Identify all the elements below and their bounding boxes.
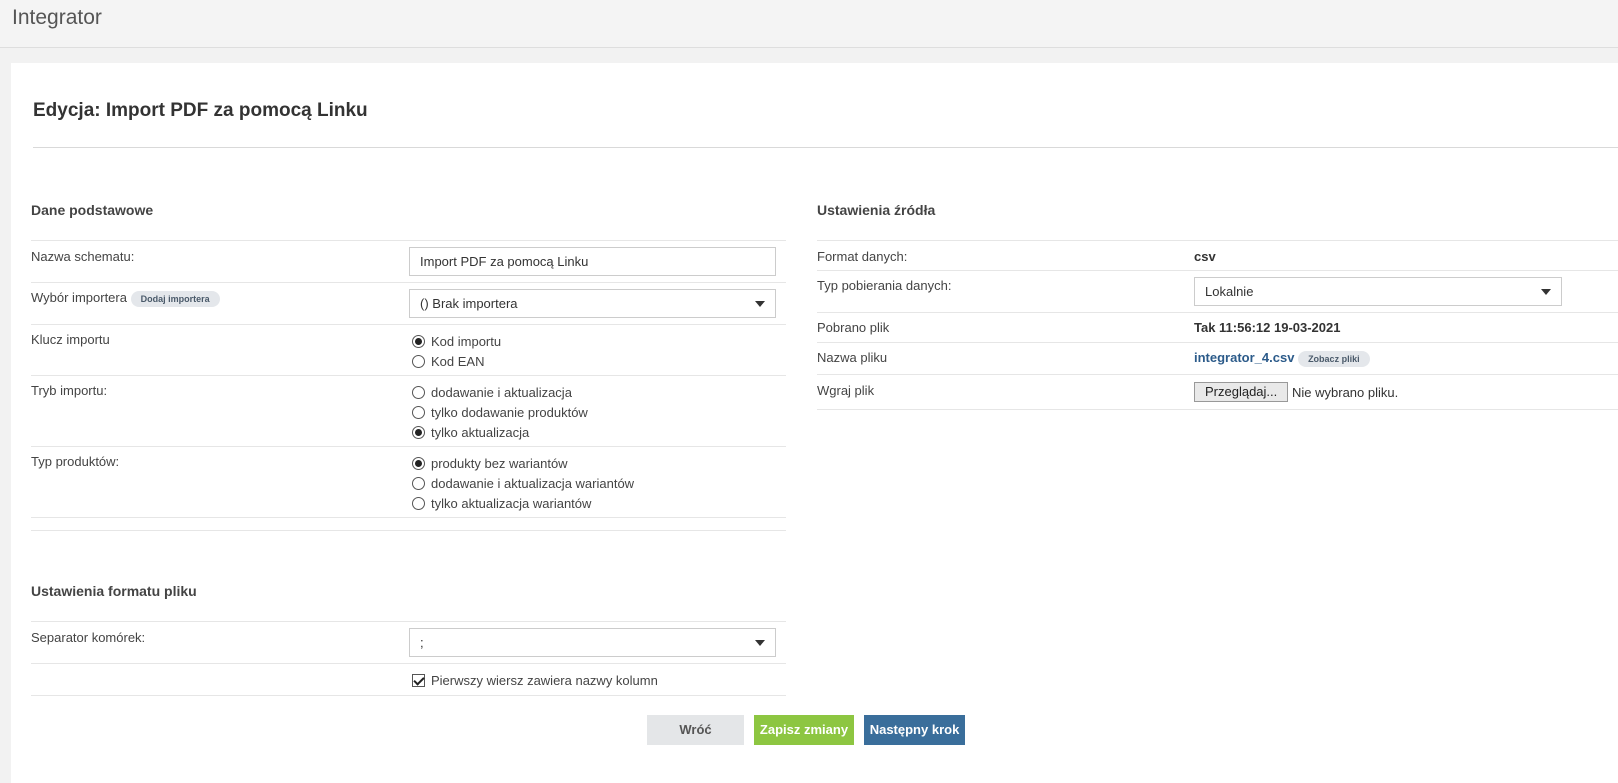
chevron-down-icon — [755, 640, 765, 646]
row-divider — [31, 282, 786, 283]
separator-select[interactable]: ; — [409, 628, 776, 657]
product-type-option-add-update-variants[interactable]: dodawanie i aktualizacja wariantów — [412, 474, 634, 492]
import-mode-label: Tryb importu: — [31, 383, 108, 398]
app-title: Integrator — [12, 6, 102, 29]
import-key-option-ean[interactable]: Kod EAN — [412, 352, 484, 370]
row-divider — [31, 695, 786, 696]
option-label: produkty bez wariantów — [431, 455, 568, 471]
chevron-down-icon — [1541, 289, 1551, 295]
row-divider — [817, 312, 1618, 313]
row-divider — [817, 270, 1618, 271]
separator-label: Separator komórek: — [31, 630, 146, 645]
row-divider — [31, 530, 786, 531]
radio-icon[interactable] — [412, 354, 425, 368]
browse-button[interactable]: Przeglądaj... — [1194, 382, 1289, 402]
download-type-value: Lokalnie — [1205, 284, 1254, 299]
downloaded-value: Tak 11:56:12 19-03-2021 — [1194, 320, 1341, 335]
option-label: tylko aktualizacja wariantów — [431, 495, 592, 511]
import-key-label: Klucz importu — [31, 332, 110, 347]
source-section-title: Ustawienia źródła — [817, 202, 936, 218]
importer-select-value: () Brak importera — [420, 296, 518, 311]
downloaded-label: Pobrano plik — [817, 320, 890, 335]
radio-icon[interactable] — [412, 405, 425, 419]
row-divider — [31, 375, 786, 376]
import-mode-option-add-only[interactable]: tylko dodawanie produktów — [412, 403, 588, 421]
importer-label: Wybór importera — [31, 290, 127, 305]
importer-label-group: Wybór importera Dodaj importera — [31, 290, 220, 307]
row-divider — [31, 663, 786, 664]
main-panel: Edycja: Import PDF za pomocą Linku Dane … — [11, 63, 1618, 783]
title-divider — [33, 147, 1618, 148]
upload-label: Wgraj plik — [817, 383, 875, 398]
page-title: Edycja: Import PDF za pomocą Linku — [33, 100, 368, 121]
separator-select-value: ; — [420, 635, 424, 650]
import-mode-option-add-update[interactable]: dodawanie i aktualizacja — [412, 383, 572, 401]
radio-icon[interactable] — [412, 385, 425, 399]
import-mode-option-update-only[interactable]: tylko aktualizacja — [412, 423, 529, 441]
file-name-label: Nazwa pliku — [817, 350, 888, 365]
radio-icon-checked[interactable] — [412, 425, 425, 439]
product-type-option-update-variants[interactable]: tylko aktualizacja wariantów — [412, 494, 591, 512]
no-file-status: Nie wybrano pliku. — [1292, 385, 1399, 400]
header-row-label: Pierwszy wiersz zawiera nazwy kolumn — [431, 672, 658, 688]
top-bar: Integrator — [0, 0, 1618, 48]
row-divider — [31, 517, 786, 518]
back-button[interactable]: Wróć — [647, 715, 744, 745]
row-divider — [817, 342, 1618, 343]
radio-icon-checked[interactable] — [412, 456, 425, 470]
row-divider — [817, 374, 1618, 375]
option-label: Kod EAN — [431, 353, 485, 369]
next-step-button[interactable]: Następny krok — [864, 715, 965, 745]
add-importer-button[interactable]: Dodaj importera — [130, 290, 220, 307]
checkbox-icon-checked[interactable] — [412, 673, 425, 687]
file-name-group: integrator_4.csv Zobacz pliki — [1194, 350, 1370, 367]
importer-select[interactable]: () Brak importera — [409, 289, 776, 318]
row-divider — [31, 324, 786, 325]
row-divider — [817, 240, 1618, 241]
row-divider — [817, 409, 1618, 410]
basic-section-title: Dane podstawowe — [31, 202, 154, 218]
radio-icon[interactable] — [412, 476, 425, 490]
product-type-label: Typ produktów: — [31, 454, 120, 469]
header-row-checkbox-row[interactable]: Pierwszy wiersz zawiera nazwy kolumn — [412, 671, 658, 689]
data-format-value: csv — [1194, 249, 1216, 264]
schema-name-label: Nazwa schematu: — [31, 249, 135, 264]
download-type-label: Typ pobierania danych: — [817, 278, 952, 293]
option-label: tylko aktualizacja — [431, 424, 530, 440]
view-files-button[interactable]: Zobacz pliki — [1298, 350, 1370, 367]
import-key-option-code[interactable]: Kod importu — [412, 332, 501, 350]
data-format-label: Format danych: — [817, 249, 908, 264]
schema-name-input[interactable] — [409, 247, 776, 276]
radio-icon-checked[interactable] — [412, 334, 425, 348]
option-label: tylko dodawanie produktów — [431, 404, 588, 420]
row-divider — [31, 240, 786, 241]
file-name-link[interactable]: integrator_4.csv — [1194, 350, 1294, 365]
download-type-select[interactable]: Lokalnie — [1194, 277, 1562, 306]
row-divider — [31, 621, 786, 622]
radio-icon[interactable] — [412, 496, 425, 510]
file-format-section-title: Ustawienia formatu pliku — [31, 583, 197, 599]
option-label: dodawanie i aktualizacja — [431, 384, 572, 400]
product-type-option-no-variants[interactable]: produkty bez wariantów — [412, 454, 568, 472]
option-label: Kod importu — [431, 333, 502, 349]
save-button[interactable]: Zapisz zmiany — [754, 715, 854, 745]
row-divider — [31, 446, 786, 447]
chevron-down-icon — [755, 301, 765, 307]
option-label: dodawanie i aktualizacja wariantów — [431, 475, 635, 491]
